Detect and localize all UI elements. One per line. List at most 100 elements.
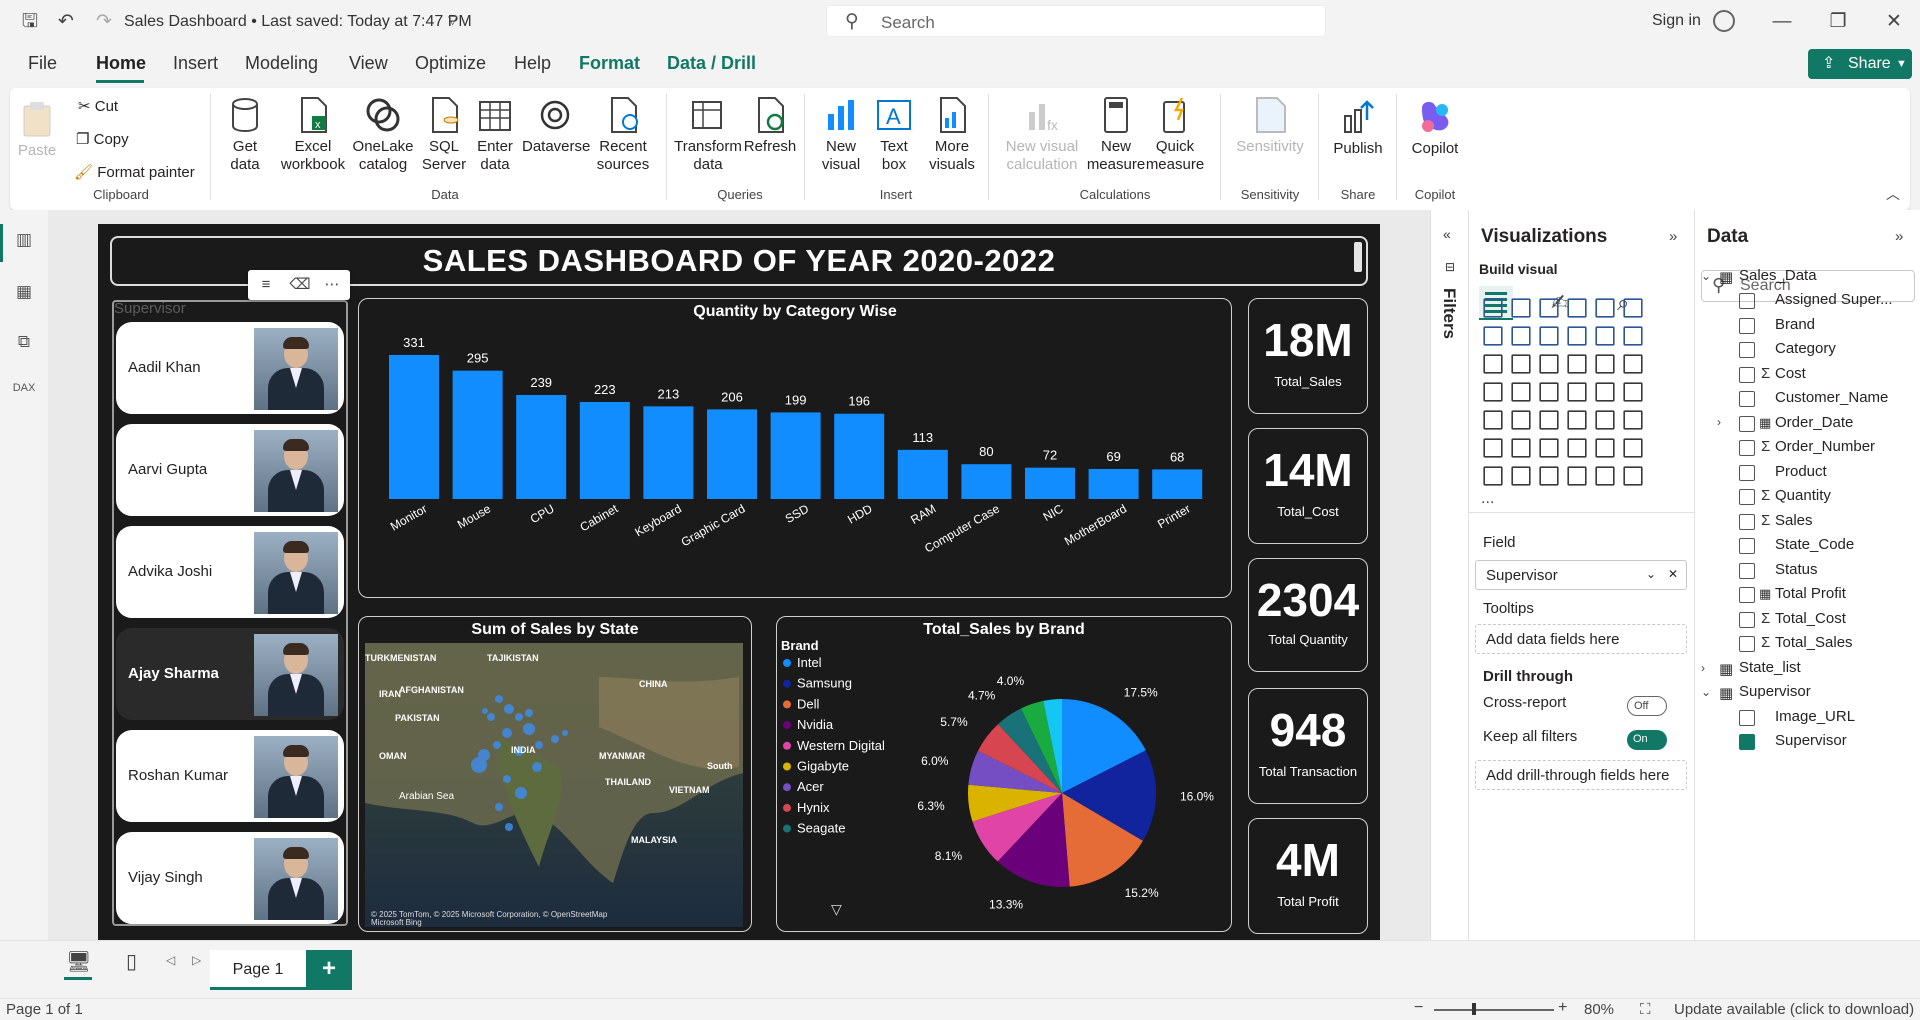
legend-item[interactable]: Nvidia xyxy=(797,717,834,732)
next-page-icon[interactable]: ▷ xyxy=(192,953,201,967)
publish-button[interactable]: Publish xyxy=(1328,98,1388,158)
drill-through-well[interactable]: Add drill-through fields here xyxy=(1475,760,1687,790)
map-bubble[interactable] xyxy=(515,713,523,721)
page-tab[interactable]: Page 1 xyxy=(210,950,306,990)
refresh-button[interactable]: Refresh xyxy=(740,96,800,156)
bar-chart-visual[interactable]: Quantity by Category Wise 331 Monitor 295 M… xyxy=(358,298,1232,598)
quick-measure-button[interactable]: Quick measure xyxy=(1144,96,1206,174)
field-checkbox[interactable] xyxy=(1739,342,1755,358)
visual-type-icon[interactable] xyxy=(1511,438,1531,458)
model-view-icon[interactable]: ⧉ xyxy=(12,332,36,356)
map-bubble[interactable] xyxy=(515,787,527,799)
close-icon[interactable]: ✕ xyxy=(1882,10,1906,34)
visual-type-icon[interactable] xyxy=(1483,326,1503,346)
menu-modeling[interactable]: Modeling xyxy=(245,53,318,74)
visual-type-icon[interactable] xyxy=(1539,298,1559,318)
cross-report-toggle[interactable]: Off xyxy=(1627,696,1667,716)
menu-format[interactable]: Format xyxy=(579,53,640,74)
onelake-catalog-button[interactable]: OneLake catalog xyxy=(352,96,414,174)
map-bubble[interactable] xyxy=(523,723,535,735)
bar[interactable] xyxy=(1088,468,1139,499)
data-field[interactable]: Status xyxy=(1775,561,1818,578)
legend-item[interactable]: Intel xyxy=(797,655,822,670)
more-options-icon[interactable]: ⋯ xyxy=(318,274,346,296)
filter-icon[interactable]: ≡ xyxy=(252,274,280,296)
data-field[interactable]: Total Profit xyxy=(1775,585,1846,602)
visual-type-icon[interactable] xyxy=(1623,438,1643,458)
new-visual-button[interactable]: New visual xyxy=(816,96,866,174)
filters-label[interactable]: Filters xyxy=(1439,288,1459,339)
map-bubble[interactable] xyxy=(551,735,559,743)
visual-type-icon[interactable] xyxy=(1511,410,1531,430)
data-field[interactable]: Customer_Name xyxy=(1775,389,1888,406)
remove-field-icon[interactable]: ✕ xyxy=(1668,567,1678,581)
legend-item[interactable]: Samsung xyxy=(797,676,852,691)
bar[interactable] xyxy=(643,406,694,499)
share-button[interactable]: ⇪ Share ▼ xyxy=(1808,49,1912,79)
transform-data-button[interactable]: Transform data xyxy=(672,96,744,174)
visual-type-icon[interactable] xyxy=(1623,298,1643,318)
visual-type-icon[interactable] xyxy=(1511,354,1531,374)
field-checkbox[interactable] xyxy=(1739,562,1755,579)
menu-view[interactable]: View xyxy=(349,53,388,74)
previous-page-icon[interactable]: ◁ xyxy=(166,953,175,967)
zoom-slider-thumb[interactable] xyxy=(1472,1003,1476,1015)
visual-type-icon[interactable] xyxy=(1483,382,1503,402)
menu-help[interactable]: Help xyxy=(514,53,551,74)
document-title[interactable]: Sales Dashboard • Last saved: Today at 7… xyxy=(124,13,472,31)
copy-button[interactable]: ❐ Copy xyxy=(76,130,129,148)
data-field[interactable]: State_Code xyxy=(1775,536,1854,553)
copilot-button[interactable]: Copilot xyxy=(1402,98,1468,158)
more-visuals-ellipsis[interactable]: ... xyxy=(1481,490,1494,508)
visual-type-icon[interactable] xyxy=(1483,466,1503,486)
visual-type-icon[interactable] xyxy=(1595,298,1615,318)
visual-type-icon[interactable] xyxy=(1595,382,1615,402)
map-bubble[interactable] xyxy=(495,803,503,811)
visual-type-icon[interactable] xyxy=(1567,298,1587,318)
visual-type-icon[interactable] xyxy=(1567,354,1587,374)
bar[interactable] xyxy=(452,370,503,499)
recent-sources-button[interactable]: Recent sources xyxy=(590,96,656,174)
supervisor-card[interactable]: Vijay Singh xyxy=(116,832,344,924)
bar[interactable] xyxy=(389,355,439,499)
visual-type-icon[interactable] xyxy=(1539,354,1559,374)
field-checkbox[interactable] xyxy=(1739,415,1755,432)
expand-filters-icon[interactable]: « xyxy=(1443,226,1451,242)
chevron-down-icon[interactable]: ⌄ xyxy=(1646,567,1656,581)
save-icon[interactable]: 🖫 xyxy=(18,10,42,34)
dax-query-icon[interactable]: DAX xyxy=(12,382,36,406)
bar[interactable] xyxy=(834,413,885,499)
mobile-layout-icon[interactable]: ▯ xyxy=(126,949,137,974)
visual-type-icon[interactable] xyxy=(1483,298,1503,318)
map-bubble[interactable] xyxy=(562,730,568,736)
map-bubble[interactable] xyxy=(502,728,512,738)
menu-file[interactable]: File xyxy=(28,53,57,74)
visual-type-icon[interactable] xyxy=(1623,466,1643,486)
data-field[interactable]: Category xyxy=(1775,340,1836,357)
map-bubble[interactable] xyxy=(471,757,487,773)
sensitivity-button[interactable]: Sensitivity xyxy=(1230,96,1310,156)
data-field[interactable]: Quantity xyxy=(1775,487,1831,504)
legend-scroll-down-icon[interactable]: ▽ xyxy=(831,901,842,918)
visual-type-icon[interactable] xyxy=(1539,410,1559,430)
collapse-table-icon[interactable]: ⌄ xyxy=(1701,685,1711,699)
collapse-pane-icon[interactable]: » xyxy=(1895,228,1903,245)
menu-optimize[interactable]: Optimize xyxy=(415,53,486,74)
field-checkbox[interactable] xyxy=(1739,440,1755,456)
restore-icon[interactable]: ❐ xyxy=(1826,10,1850,34)
data-field[interactable]: Cost xyxy=(1775,365,1806,382)
field-checkbox[interactable] xyxy=(1739,538,1755,554)
visual-type-icon[interactable] xyxy=(1511,382,1531,402)
visual-type-icon[interactable] xyxy=(1595,354,1615,374)
legend-item[interactable]: Dell xyxy=(797,696,820,711)
visual-type-icon[interactable] xyxy=(1483,438,1503,458)
data-field[interactable]: Supervisor xyxy=(1775,732,1847,749)
visual-type-icon[interactable] xyxy=(1623,382,1643,402)
supervisor-card[interactable]: Advika Joshi xyxy=(116,526,344,618)
bar[interactable] xyxy=(1152,469,1203,499)
map-bubble[interactable] xyxy=(535,741,543,749)
cut-button[interactable]: ✂ Cut xyxy=(78,97,118,115)
legend-item[interactable]: Gigabyte xyxy=(797,759,849,774)
map-bubble[interactable] xyxy=(493,741,501,749)
bar[interactable] xyxy=(579,401,630,499)
